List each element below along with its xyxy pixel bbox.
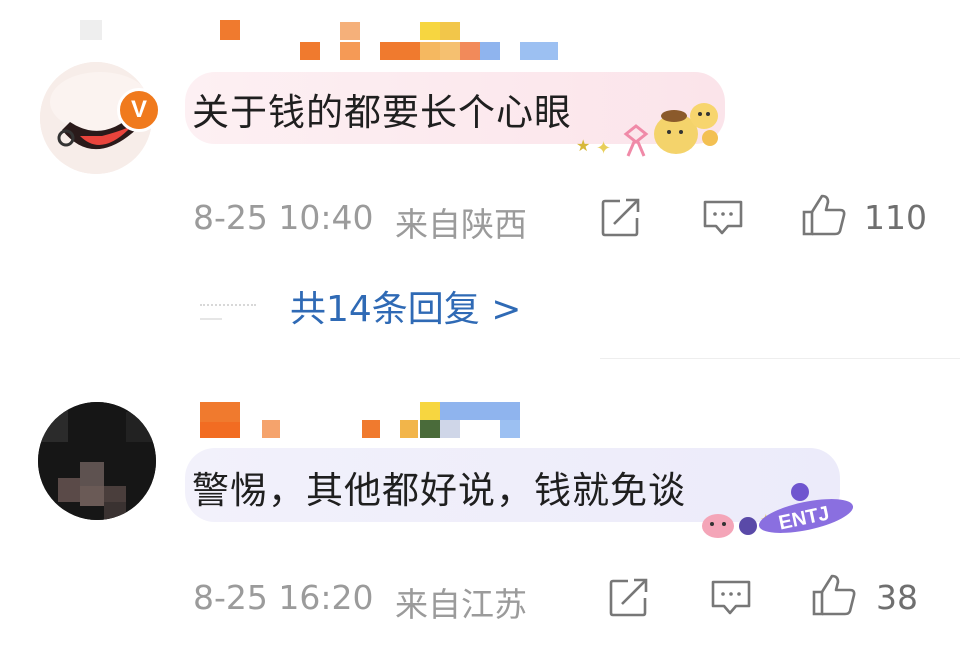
comment-location: 来自江苏 <box>395 585 527 624</box>
comment-date: 8-25 10:40 <box>193 198 374 237</box>
like-count: 110 <box>864 198 927 237</box>
like-count: 38 <box>876 578 918 617</box>
comment-date: 8-25 16:20 <box>193 578 374 617</box>
view-replies-link[interactable]: 共14条回复 > <box>290 280 521 332</box>
share-icon[interactable] <box>608 578 650 622</box>
comment-location: 来自陕西 <box>395 205 527 244</box>
divider <box>600 358 960 359</box>
comment-icon[interactable] <box>702 198 744 242</box>
entj-sticker: ✦ ENTJ <box>696 478 866 542</box>
pompompurin-sticker: ★ ✦ <box>568 96 728 162</box>
svg-text:✦: ✦ <box>596 138 611 159</box>
like-icon[interactable] <box>800 192 848 242</box>
comment-icon[interactable] <box>710 578 752 622</box>
share-icon[interactable] <box>600 198 642 242</box>
avatar-redacted-image <box>38 402 156 520</box>
comment-content: 关于钱的都要长个心眼 <box>192 91 572 134</box>
verified-badge: V <box>117 88 161 132</box>
reply-preview-redacted <box>200 298 256 320</box>
comment-content: 警惕，其他都好说，钱就免谈 <box>192 469 686 512</box>
svg-text:★: ★ <box>576 136 590 155</box>
like-icon[interactable] <box>810 572 858 622</box>
avatar[interactable] <box>38 402 156 520</box>
